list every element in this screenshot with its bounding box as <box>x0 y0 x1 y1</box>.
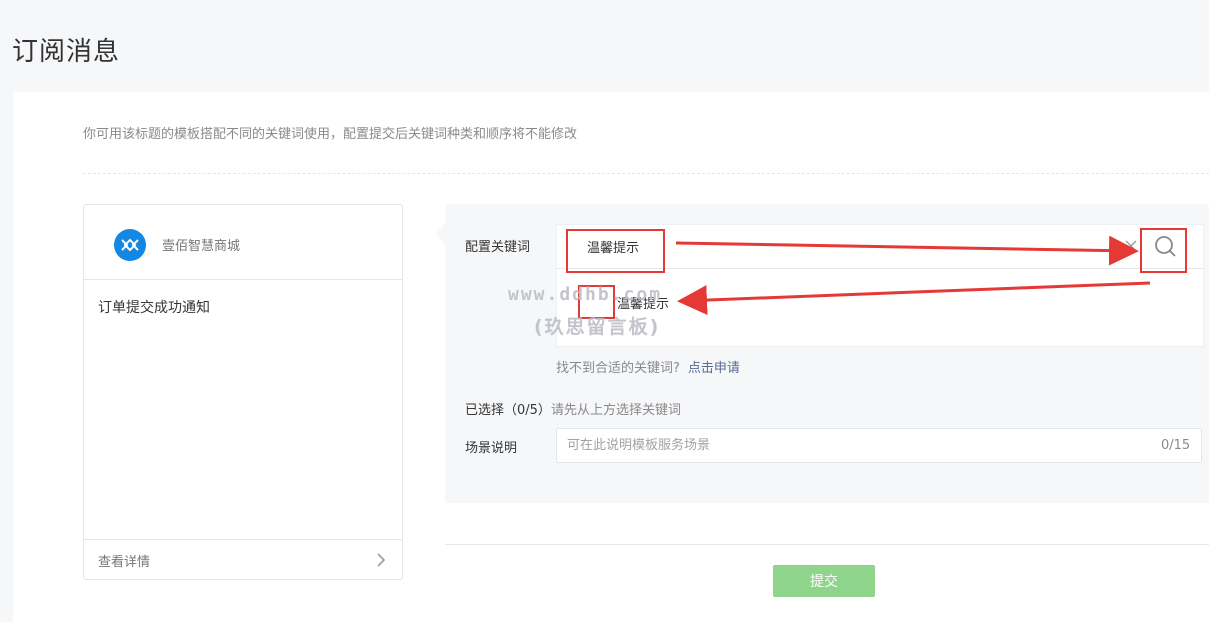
clear-icon[interactable] <box>1121 236 1141 256</box>
content-card: 你可用该标题的模板搭配不同的关键词使用，配置提交后关键词种类和顺序将不能修改 壹… <box>13 92 1209 622</box>
submit-button[interactable]: 提交 <box>773 565 875 597</box>
search-icon[interactable] <box>1149 231 1183 263</box>
keyword-suggestion-item[interactable]: 温馨提示 <box>617 293 669 312</box>
page-title: 订阅消息 <box>12 37 121 68</box>
keyword-search-input[interactable] <box>557 225 1203 269</box>
selected-count-label: 已选择（0/5） <box>465 403 551 418</box>
scene-description-input[interactable] <box>556 428 1202 463</box>
footer-divider <box>445 544 1209 545</box>
dashed-divider <box>83 173 1209 174</box>
panel-caret <box>435 224 445 244</box>
view-details-link[interactable]: 查看详情 <box>98 551 150 570</box>
scene-char-counter: 0/15 <box>1161 438 1191 453</box>
message-preview-card: 壹佰智慧商城 订单提交成功通知 查看详情 <box>83 204 403 580</box>
chevron-right-icon <box>377 553 386 567</box>
selected-keywords: 已选择（0/5）请先从上方选择关键词 <box>465 399 681 418</box>
keyword-config-panel: 配置关键词 温馨提示 找不到合适的关键词? 点击申请 已选择（0/5）请先从上方选… <box>435 204 1209 503</box>
message-title: 订单提交成功通知 <box>98 300 210 316</box>
keyword-search-box: 温馨提示 <box>556 224 1204 347</box>
preview-header: 壹佰智慧商城 <box>84 205 402 280</box>
not-found-text: 找不到合适的关键词? <box>556 361 680 376</box>
keyword-config-label: 配置关键词 <box>465 240 531 255</box>
selected-hint: 请先从上方选择关键词 <box>550 403 681 418</box>
shop-logo-icon <box>114 229 146 261</box>
shop-name: 壹佰智慧商城 <box>162 239 241 254</box>
preview-footer[interactable]: 查看详情 <box>84 539 402 579</box>
scene-label: 场景说明 <box>465 441 518 456</box>
config-tip: 你可用该标题的模板搭配不同的关键词使用，配置提交后关键词种类和顺序将不能修改 <box>83 127 578 142</box>
not-found-hint: 找不到合适的关键词? 点击申请 <box>556 357 740 376</box>
apply-keyword-link[interactable]: 点击申请 <box>688 361 740 376</box>
